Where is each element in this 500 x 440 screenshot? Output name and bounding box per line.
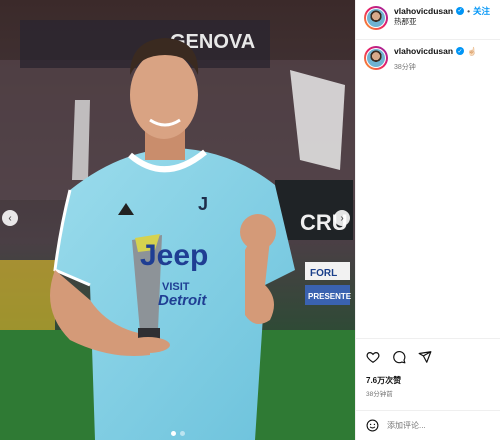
- post-media[interactable]: GENOVA CRU FORL PRESENTE Jeep VISIT Detr…: [0, 0, 355, 440]
- comment-input[interactable]: [387, 421, 487, 430]
- avatar[interactable]: [364, 6, 388, 30]
- caption-text: ☝🏻: [467, 46, 478, 56]
- sign-text-1: FORL: [310, 268, 337, 279]
- chevron-right-icon[interactable]: ›: [334, 210, 350, 226]
- svg-text:J: J: [198, 194, 208, 214]
- caption-username[interactable]: vlahovicdusan: [394, 46, 453, 56]
- player-photo: GENOVA CRU FORL PRESENTE Jeep VISIT Detr…: [0, 0, 355, 440]
- chevron-left-icon[interactable]: ‹: [2, 210, 18, 226]
- caption: vlahovicdusan ✓ ☝🏻 38分钟: [356, 40, 500, 338]
- post-sidebar: vlahovicdusan ✓ • 关注 热那亚 vlahovicdusan ✓…: [355, 0, 500, 440]
- share-icon[interactable]: [418, 350, 432, 364]
- instagram-post: GENOVA CRU FORL PRESENTE Jeep VISIT Detr…: [0, 0, 500, 440]
- post-header: vlahovicdusan ✓ • 关注 热那亚: [356, 0, 500, 40]
- verified-badge-icon: ✓: [456, 7, 465, 16]
- sponsor-text-1: Jeep: [140, 239, 208, 272]
- comment-icon[interactable]: [392, 350, 406, 364]
- sign-text-2: PRESENTE: [308, 292, 352, 301]
- caption-time: 38分钟: [394, 64, 416, 71]
- carousel-dot[interactable]: [179, 431, 185, 436]
- sponsor-text-3: Detroit: [158, 292, 207, 309]
- separator: •: [467, 6, 471, 16]
- follow-button[interactable]: 关注: [473, 6, 490, 17]
- post-time: 38分钟前: [366, 391, 393, 398]
- emoji-icon[interactable]: [366, 419, 379, 432]
- comment-box: [356, 410, 500, 440]
- avatar[interactable]: [364, 46, 388, 70]
- verified-badge-icon: ✓: [456, 47, 465, 55]
- heart-icon[interactable]: [366, 350, 380, 364]
- post-actions: 7.6万次赞 38分钟前: [356, 338, 500, 398]
- like-count[interactable]: 7.6万次赞: [366, 375, 500, 386]
- carousel-dots: [0, 431, 355, 436]
- username-link[interactable]: vlahovicdusan: [394, 6, 453, 17]
- carousel-dot[interactable]: [170, 431, 176, 436]
- location-link[interactable]: 热那亚: [394, 17, 490, 26]
